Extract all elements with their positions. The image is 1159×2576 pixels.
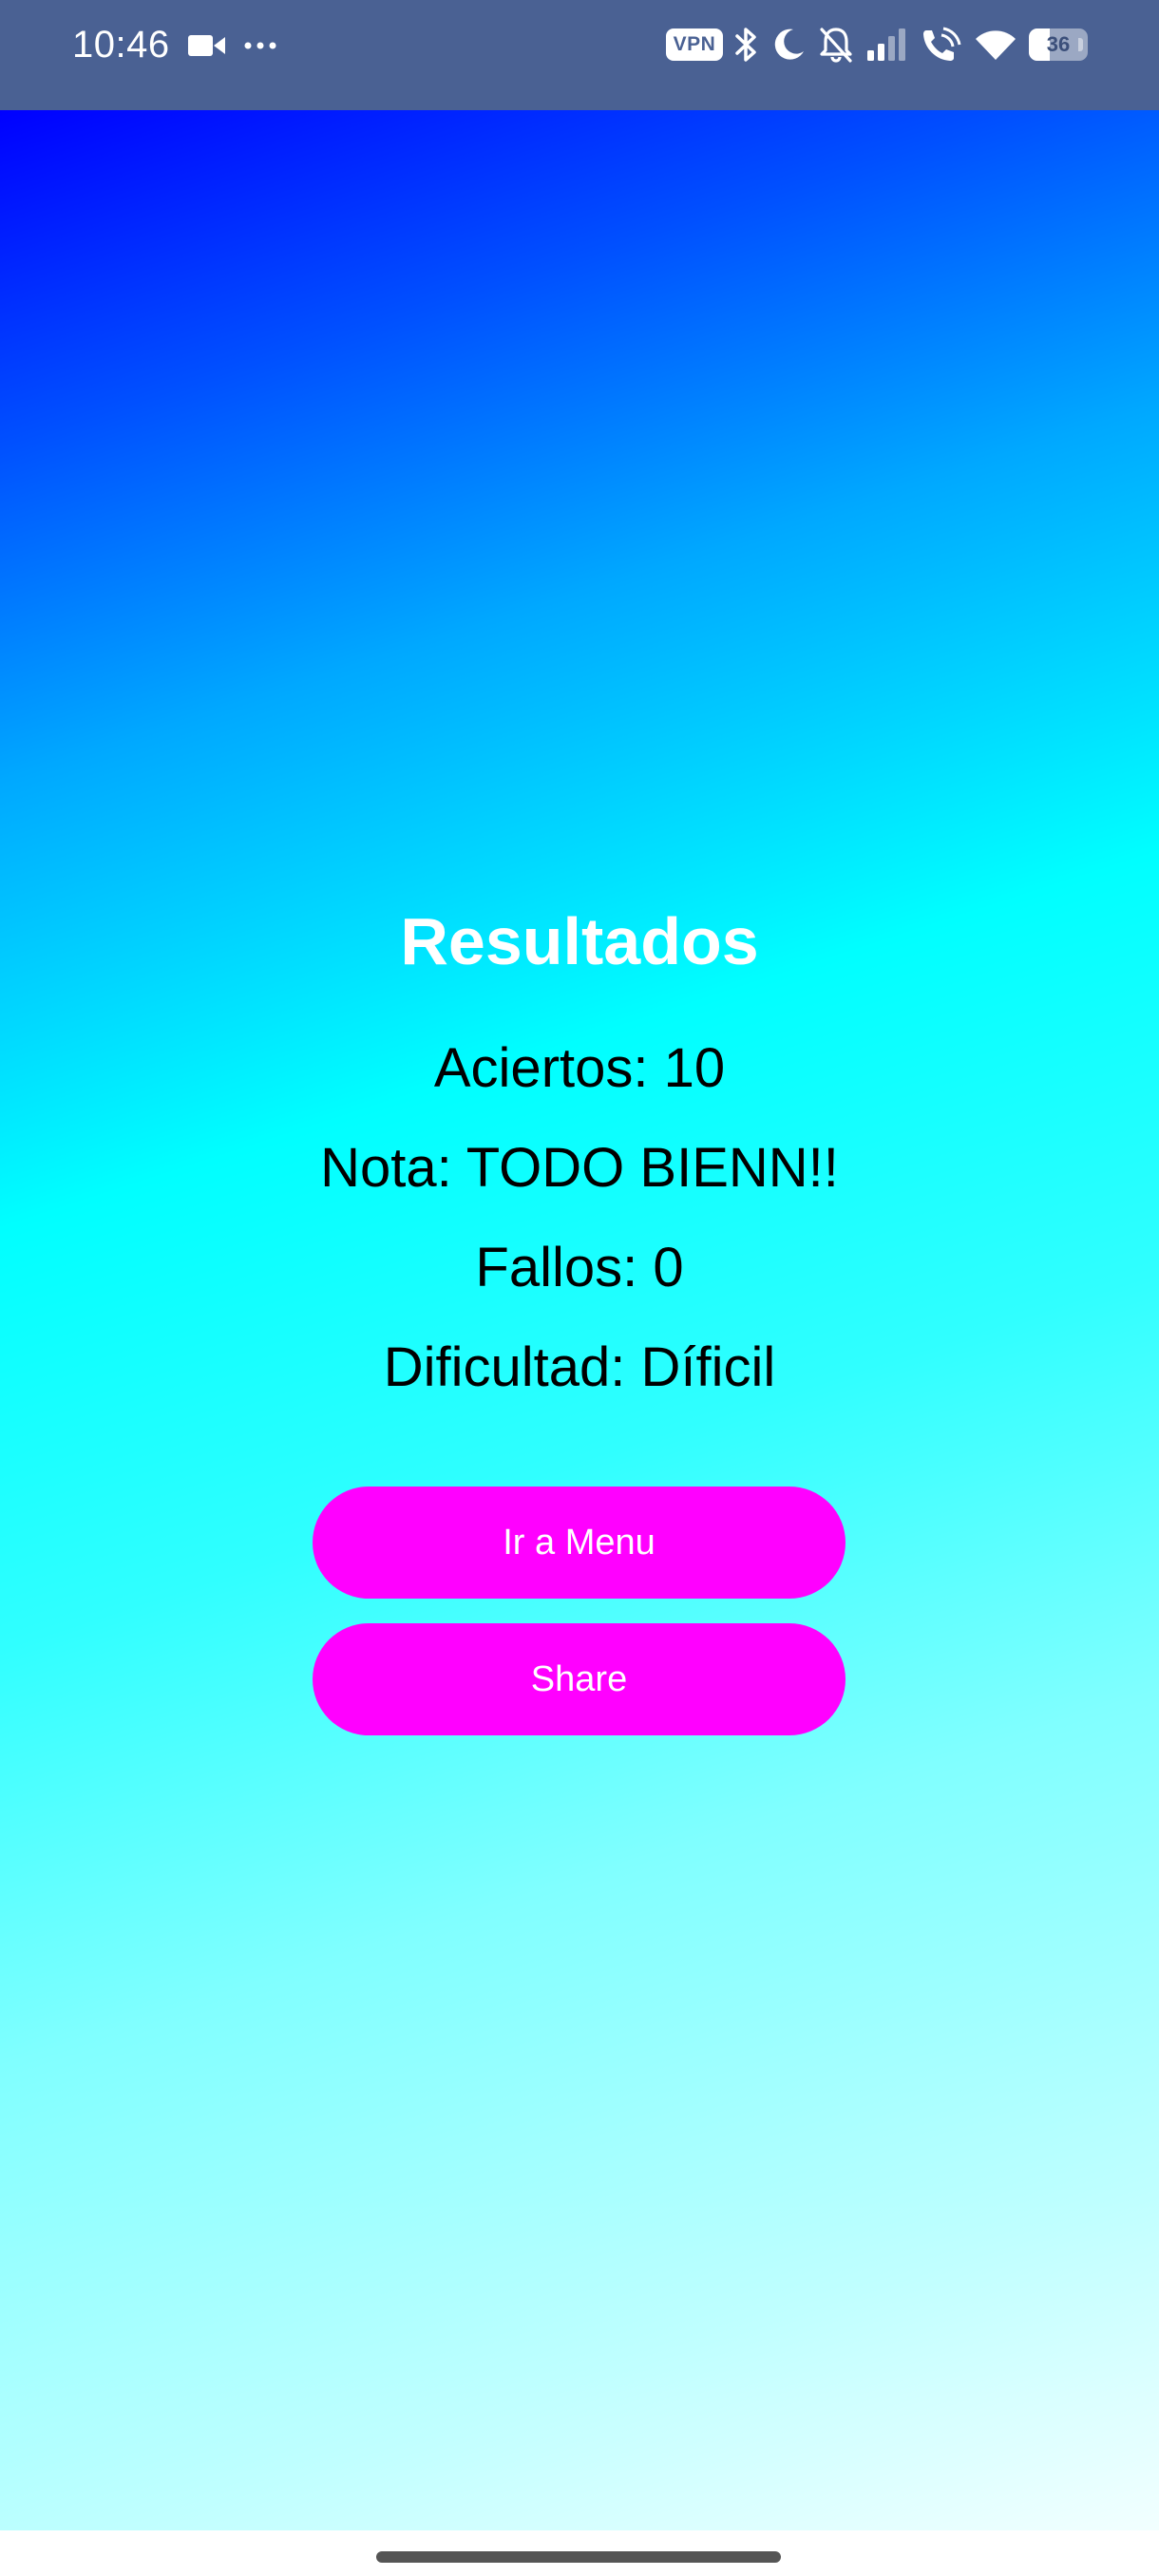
go-to-menu-button[interactable]: Ir a Menu [313, 1487, 846, 1599]
nota-text: Nota: TODO BIENN!! [320, 1137, 839, 1199]
battery-icon: 36 [1029, 28, 1088, 61]
navigation-bar [0, 2530, 1159, 2576]
share-button[interactable]: Share [313, 1623, 846, 1735]
status-left-icons [188, 27, 277, 65]
results-title: Resultados [400, 904, 759, 978]
app-screen: 10:46 VPN 36 Resultados Aciertos: 10 Not… [0, 0, 1159, 2576]
battery-level: 36 [1046, 32, 1071, 56]
moon-icon [770, 27, 807, 63]
results-screen: Resultados Aciertos: 10 Nota: TODO BIENN… [0, 110, 1159, 2530]
status-bar: 10:46 VPN 36 [0, 0, 1159, 110]
status-time: 10:46 [72, 24, 170, 66]
video-camera-icon [188, 32, 226, 59]
results-panel: Resultados Aciertos: 10 Nota: TODO BIENN… [0, 899, 1159, 1417]
wifi-calling-icon [921, 26, 962, 64]
aciertos-text: Aciertos: 10 [433, 1037, 726, 1099]
bluetooth-icon [734, 26, 759, 64]
bell-off-icon [818, 26, 854, 64]
fallos-text: Fallos: 0 [475, 1237, 684, 1298]
status-right-icons: VPN 36 [666, 23, 1088, 66]
home-indicator[interactable] [376, 2551, 781, 2563]
battery-body: 36 [1029, 28, 1088, 61]
vpn-icon: VPN [666, 28, 723, 61]
signal-icon [865, 28, 909, 62]
more-dots-icon [243, 41, 277, 50]
dificultad-text: Dificultad: Díficil [383, 1336, 776, 1398]
wifi-icon [974, 28, 1017, 62]
